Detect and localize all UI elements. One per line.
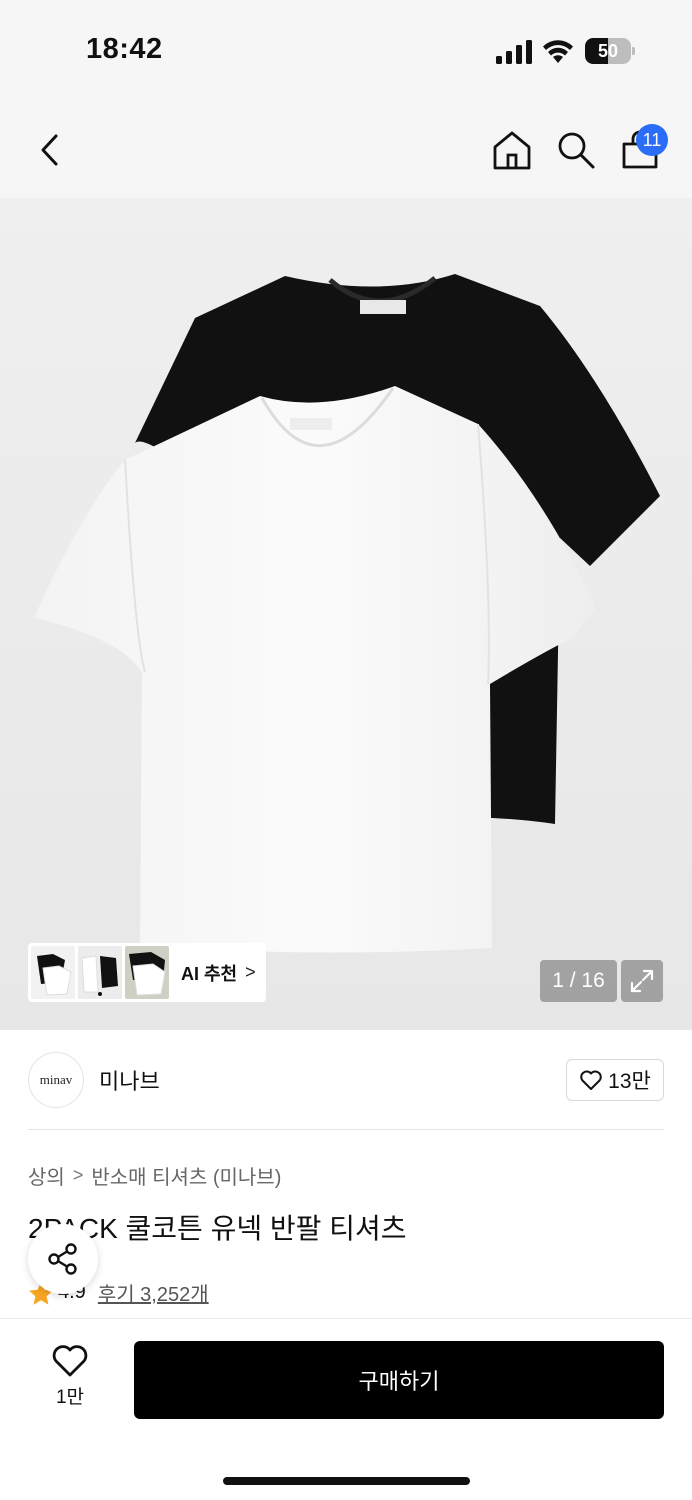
chevron-right-icon: > (245, 962, 256, 982)
status-time: 18:42 (86, 33, 163, 65)
brand-logo[interactable]: minav (28, 1052, 84, 1108)
breadcrumb: 상의 > 반소매 티셔츠 (미나브) (28, 1161, 281, 1190)
cart-count-badge: 11 (636, 124, 668, 156)
heart-icon (52, 1345, 88, 1377)
breadcrumb-category[interactable]: 상의 (28, 1161, 65, 1190)
divider (28, 1129, 664, 1130)
buy-button[interactable]: 구매하기 (134, 1341, 664, 1419)
back-button[interactable] (30, 128, 70, 172)
ai-thumb-2 (78, 946, 122, 999)
home-icon (493, 131, 531, 170)
wishlist-button[interactable]: 1만 (40, 1344, 100, 1416)
wifi-icon (543, 40, 573, 63)
expand-icon (630, 969, 654, 993)
ai-recommend-label: AI 추천 (181, 963, 238, 984)
battery-shell: 50 (585, 38, 631, 64)
battery-indicator: 50 (585, 38, 635, 64)
battery-nub (632, 47, 635, 55)
cellular-signal-icon (496, 40, 532, 64)
share-icon (48, 1243, 77, 1275)
share-button[interactable] (28, 1224, 98, 1294)
ai-recommend-chip[interactable]: AI 추천 > (28, 943, 266, 1002)
image-page-counter: 1 / 16 (540, 960, 617, 1002)
brand-name[interactable]: 미나브 (99, 1064, 160, 1096)
breadcrumb-subcategory[interactable]: 반소매 티셔츠 (미나브) (91, 1161, 281, 1190)
product-image-carousel[interactable] (0, 198, 692, 1030)
brand-logo-text: minav (39, 1072, 73, 1087)
wishlist-count: 1만 (55, 1387, 85, 1408)
home-indicator (223, 1477, 470, 1485)
chevron-left-icon (41, 134, 58, 166)
ai-thumb-3 (125, 946, 169, 999)
reviews-link[interactable]: 후기 3,252개 (98, 1278, 209, 1307)
search-button[interactable] (554, 128, 598, 172)
brand-like-count: 13만 (608, 1070, 651, 1093)
brand-like-button[interactable]: 13만 (566, 1059, 664, 1101)
battery-percent: 50 (597, 41, 619, 61)
breadcrumb-separator: > (72, 1165, 84, 1185)
expand-image-button[interactable] (621, 960, 663, 1002)
ai-thumb-1 (31, 946, 75, 999)
product-image (34, 274, 660, 953)
search-icon (558, 132, 595, 169)
home-button[interactable] (490, 128, 534, 172)
heart-icon (580, 1070, 602, 1090)
